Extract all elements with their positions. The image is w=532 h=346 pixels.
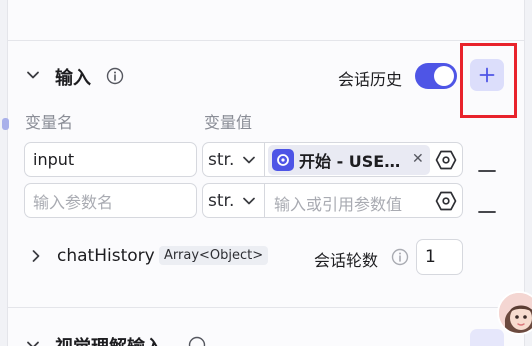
chevron-down-icon bbox=[243, 197, 256, 205]
chat-history-variable-name: chatHistory bbox=[57, 246, 155, 266]
visual-input-section-title: 视觉理解输入 bbox=[55, 333, 163, 346]
variable-name-header: 变量名 bbox=[25, 113, 74, 132]
info-icon[interactable] bbox=[106, 67, 124, 89]
type-select[interactable]: str. bbox=[208, 191, 256, 211]
remove-row-button[interactable] bbox=[478, 158, 496, 177]
rounds-label: 会话轮数 bbox=[314, 251, 379, 270]
chat-history-toggle[interactable] bbox=[415, 63, 457, 89]
field-divider bbox=[264, 184, 265, 217]
variable-reference-icon[interactable] bbox=[435, 149, 457, 175]
info-icon[interactable] bbox=[391, 248, 409, 270]
close-icon[interactable]: ✕ bbox=[412, 151, 424, 167]
chat-history-toggle-label: 会话历史 bbox=[338, 70, 403, 89]
collapse-chevron-icon[interactable] bbox=[26, 68, 40, 82]
info-icon[interactable] bbox=[188, 336, 206, 346]
chevron-down-icon bbox=[243, 156, 256, 164]
start-node-icon bbox=[272, 149, 294, 171]
parameter-value-placeholder: 输入或引用参数值 bbox=[274, 195, 403, 214]
toggle-knob bbox=[434, 66, 454, 86]
section-divider bbox=[7, 307, 525, 308]
field-divider bbox=[264, 143, 265, 176]
panel-top-divider bbox=[7, 40, 525, 41]
remove-row-button[interactable] bbox=[478, 199, 496, 218]
type-select-value: str. bbox=[208, 191, 235, 211]
annotation-highlight-box bbox=[460, 43, 517, 118]
rounds-number-input[interactable]: 1 bbox=[416, 239, 463, 275]
parameter-name-input[interactable]: 输入参数名 bbox=[24, 183, 197, 218]
connection-handle[interactable] bbox=[2, 118, 9, 130]
variable-reference-icon[interactable] bbox=[435, 190, 457, 216]
type-select[interactable]: str. bbox=[208, 150, 256, 170]
add-visual-input-button[interactable] bbox=[470, 329, 504, 346]
reference-chip-label: 开始 - USE… bbox=[299, 152, 401, 171]
variable-value-header: 变量值 bbox=[204, 113, 253, 132]
input-section-title: 输入 bbox=[55, 68, 91, 89]
type-tag: Array<Object> bbox=[159, 246, 269, 265]
variable-name-input[interactable]: input bbox=[24, 142, 197, 177]
reference-chip[interactable]: 开始 - USE… bbox=[268, 145, 430, 175]
type-select-value: str. bbox=[208, 150, 235, 170]
expand-chevron-icon[interactable] bbox=[30, 249, 42, 263]
collapse-chevron-icon[interactable] bbox=[26, 338, 40, 346]
